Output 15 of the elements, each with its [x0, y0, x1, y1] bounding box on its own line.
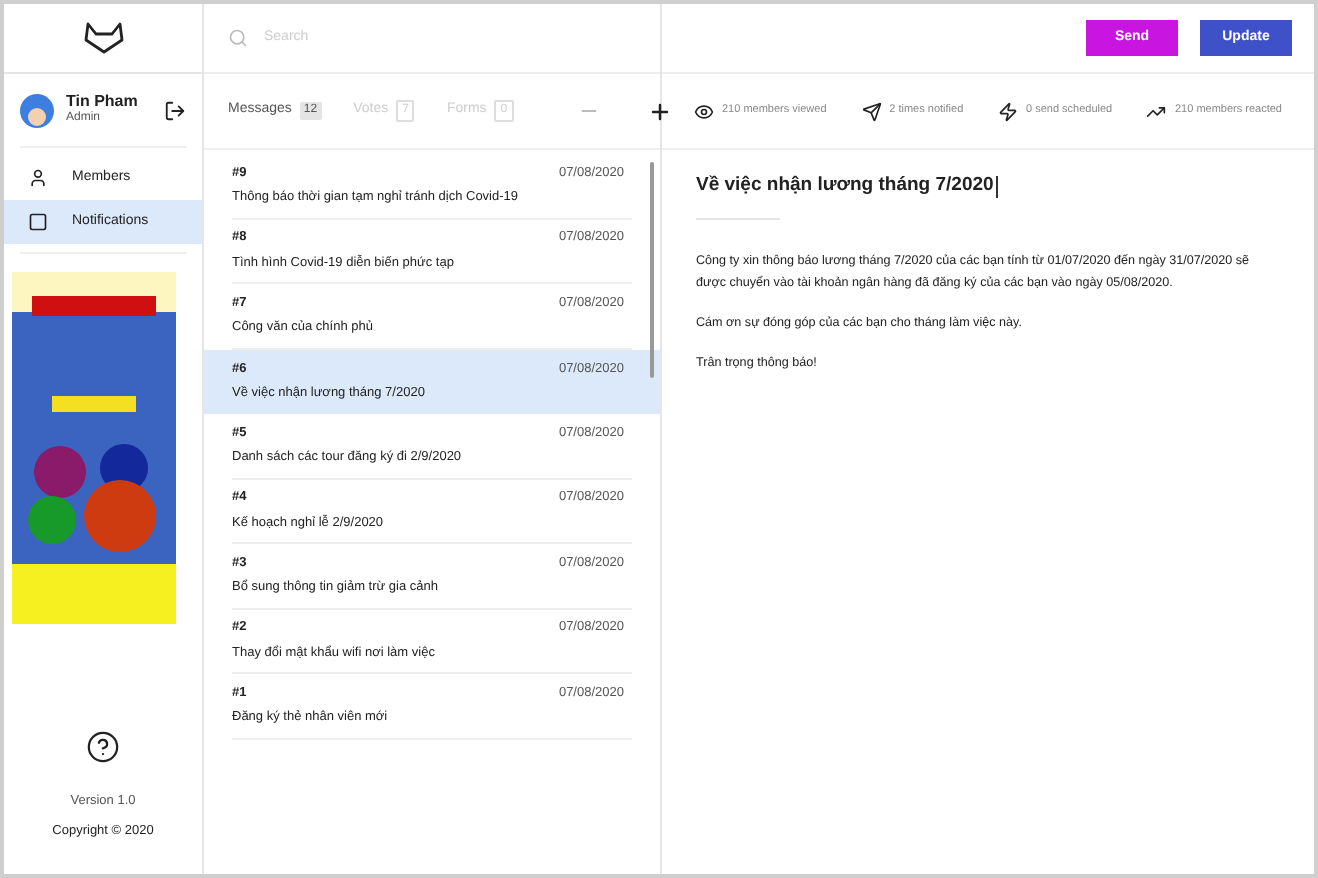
help-icon[interactable] — [86, 729, 120, 763]
message-heading: Về việc nhận lương tháng 7/2020 — [696, 172, 994, 200]
search-icon — [228, 28, 248, 48]
logout-icon[interactable] — [164, 99, 186, 121]
plus-icon[interactable] — [647, 99, 672, 123]
lightning-icon — [998, 101, 1018, 121]
user-name: Tin Pham — [66, 92, 140, 111]
eye-icon — [694, 101, 714, 121]
fox-logo-icon[interactable] — [83, 22, 123, 54]
person-icon — [28, 168, 48, 188]
trend-up-icon — [1146, 101, 1167, 121]
paper-plane-icon — [861, 101, 882, 121]
scrollbar-thumb[interactable] — [650, 162, 654, 378]
avatar — [20, 93, 54, 127]
square-icon — [28, 212, 48, 232]
